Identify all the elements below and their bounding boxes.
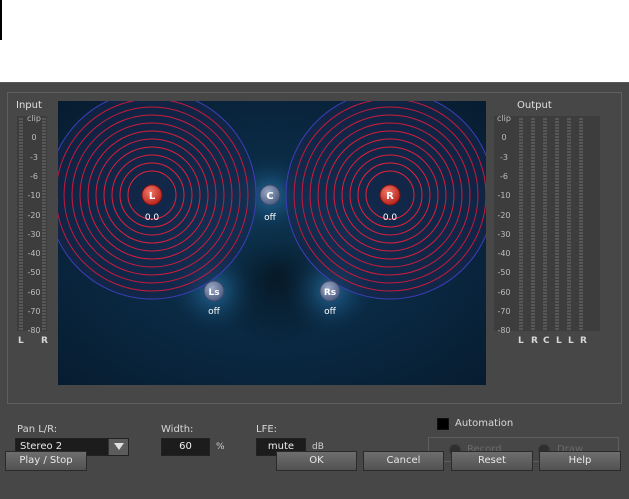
input-channel-left: L [18, 336, 24, 346]
output-scale-tick: -30 [497, 230, 511, 239]
output-channel-3: C [543, 336, 550, 346]
output-scale-tick: -50 [497, 268, 511, 277]
output-channel-5: L [568, 336, 574, 346]
width-unit: % [216, 442, 225, 452]
lfe-label: LFE: [256, 424, 278, 435]
output-scale-tick: -60 [497, 288, 511, 297]
input-scale-tick: -3 [30, 153, 38, 162]
speaker-ls-label: Ls [208, 288, 219, 298]
top-edge-mark [0, 0, 2, 40]
input-meter-scale: clip 0 -3 -6 -10 -20 -30 -40 -50 -60 -70 -80 [22, 114, 50, 335]
output-label: Output [517, 100, 552, 111]
input-scale-tick: -60 [27, 288, 41, 297]
input-scale-tick: 0 [31, 133, 37, 142]
speaker-r-value: 0.0 [383, 213, 398, 223]
output-scale-tick: clip [497, 114, 511, 123]
surround-field[interactable]: L R C Ls Rs 0.0 0.0 off off off [58, 101, 486, 385]
cancel-button[interactable]: Cancel [363, 451, 444, 471]
output-scale-tick: -20 [497, 211, 511, 220]
ok-button[interactable]: OK [276, 451, 357, 471]
speaker-rs-value: off [324, 307, 337, 317]
input-channel-right: R [41, 336, 48, 346]
automation-checkbox[interactable] [437, 418, 449, 430]
output-channel-4: L [556, 336, 562, 346]
output-meter-bar-6 [579, 118, 583, 331]
input-scale-tick: -20 [27, 211, 41, 220]
output-meter-bar-3 [543, 118, 547, 331]
surround-field-graphic: L R C Ls Rs 0.0 0.0 off off off [58, 101, 486, 336]
output-meter-bar-4 [555, 118, 559, 331]
top-background [0, 0, 629, 82]
speaker-c-icon[interactable]: C [259, 184, 281, 206]
input-scale-tick: -50 [27, 268, 41, 277]
input-scale-tick: -10 [27, 191, 41, 200]
input-scale-tick: -80 [27, 326, 41, 335]
width-input[interactable]: 60 [161, 438, 210, 456]
output-meter-bar-1 [519, 118, 523, 331]
play-stop-button[interactable]: Play / Stop [5, 451, 87, 471]
button-row: Play / Stop OK Cancel Reset Help [0, 451, 629, 499]
surround-panner-dialog: Input clip 0 -3 -6 -10 -20 -30 -40 -50 -60 -70 -80 … [0, 82, 629, 499]
speaker-c-value: off [264, 213, 277, 223]
speaker-c-label: C [266, 191, 273, 202]
output-channel-6: R [580, 336, 587, 346]
reset-button[interactable]: Reset [451, 451, 533, 471]
speaker-l-value: 0.0 [145, 213, 160, 223]
output-scale-tick: -40 [497, 249, 511, 258]
pan-label: Pan L/R: [17, 424, 58, 435]
speaker-ls-value: off [208, 307, 221, 317]
output-scale-tick: -6 [500, 172, 508, 181]
output-scale-tick: -10 [497, 191, 511, 200]
output-scale-tick: -70 [497, 307, 511, 316]
output-scale-tick: 0 [501, 133, 507, 142]
output-meter-bar-5 [567, 118, 571, 331]
output-channel-1: L [518, 336, 524, 346]
output-scale-tick: -3 [500, 153, 508, 162]
speaker-ls-icon[interactable]: Ls [203, 280, 225, 302]
speaker-rs-icon[interactable]: Rs [319, 280, 341, 302]
input-scale-tick: -6 [30, 172, 38, 181]
input-scale-tick: -40 [27, 249, 41, 258]
output-channel-2: R [531, 336, 538, 346]
help-button[interactable]: Help [539, 451, 621, 471]
input-label: Input [16, 100, 42, 111]
input-scale-tick: clip [27, 114, 41, 123]
output-meter-scale: clip 0 -3 -6 -10 -20 -30 -40 -50 -60 -70 -80 [492, 114, 520, 335]
input-scale-tick: -30 [27, 230, 41, 239]
speaker-rs-label: Rs [324, 288, 336, 298]
output-meter-bar-2 [531, 118, 535, 331]
chevron-down-icon [114, 443, 124, 450]
speaker-l-icon[interactable]: L [141, 184, 163, 206]
speaker-r-icon[interactable]: R [379, 184, 401, 206]
speaker-r-label: R [386, 191, 394, 202]
pan-select-dropdown-button[interactable] [108, 439, 128, 455]
output-scale-tick: -80 [497, 326, 511, 335]
width-label: Width: [161, 424, 194, 435]
automation-label: Automation [455, 418, 514, 429]
input-scale-tick: -70 [27, 307, 41, 316]
speaker-l-label: L [149, 191, 156, 202]
